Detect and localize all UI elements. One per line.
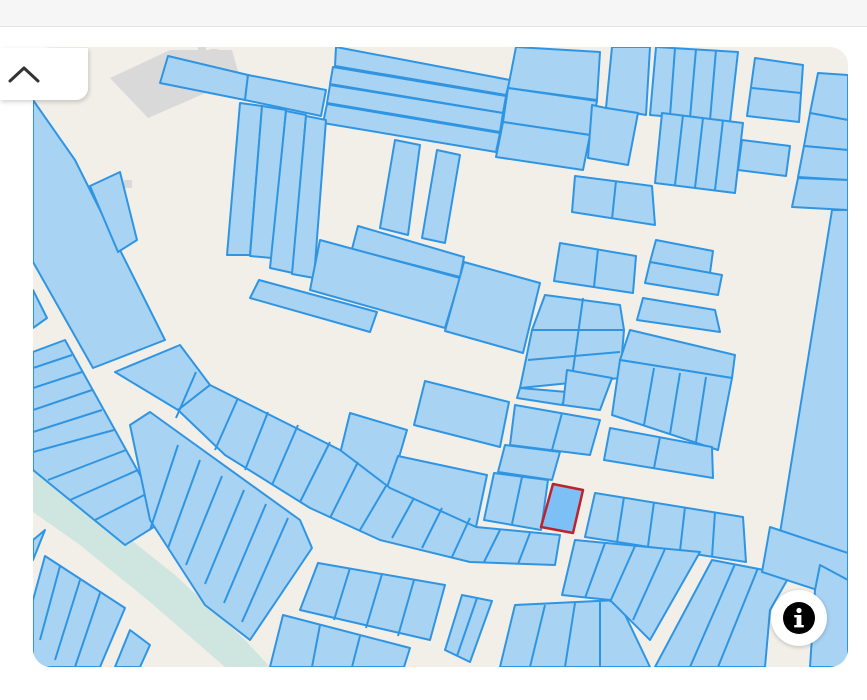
parcel[interactable] (114, 629, 151, 667)
parcel[interactable] (737, 139, 791, 177)
parcel[interactable] (797, 145, 848, 181)
parcel[interactable] (562, 369, 613, 411)
parcel-layer[interactable] (33, 47, 848, 667)
parcel[interactable] (516, 387, 568, 406)
parcel[interactable] (636, 297, 721, 333)
parcel[interactable] (531, 294, 625, 331)
parcel[interactable] (33, 289, 48, 329)
parcel[interactable] (779, 209, 848, 561)
parcel[interactable] (803, 112, 848, 151)
collapse-panel-button[interactable] (0, 48, 88, 100)
parcel[interactable] (379, 139, 421, 236)
parcel[interactable] (421, 149, 461, 244)
parcel[interactable] (587, 104, 639, 166)
info-button[interactable]: i (771, 590, 827, 646)
parcel[interactable] (791, 177, 848, 211)
parcel[interactable] (809, 72, 848, 121)
cadastral-map[interactable] (33, 47, 848, 667)
parcel[interactable] (413, 380, 510, 448)
parcel[interactable] (33, 99, 166, 369)
info-icon (783, 602, 815, 634)
parcel[interactable] (605, 47, 651, 116)
top-toolbar-strip (0, 0, 867, 27)
parcel[interactable] (444, 594, 493, 663)
parcel[interactable] (444, 261, 541, 354)
parcel[interactable] (33, 529, 46, 561)
parcel[interactable] (649, 47, 739, 123)
chevron-up-icon (8, 66, 40, 83)
